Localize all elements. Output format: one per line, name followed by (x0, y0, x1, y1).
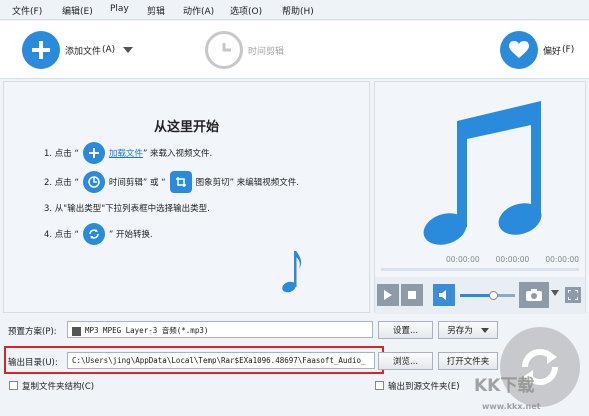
save-as-button[interactable]: 另存为 (438, 321, 498, 339)
convert-icon (82, 223, 105, 245)
preview-panel: 00:00:00 00:00:00 00:00:00 (374, 81, 586, 314)
speaker-icon (439, 290, 446, 300)
open-folder-button[interactable]: 打开文件夹 (438, 352, 498, 370)
step2-prefix: 2. 点击 “ (44, 178, 79, 188)
volume-knob[interactable] (489, 291, 498, 300)
menu-help[interactable]: 帮助(H) (282, 4, 314, 17)
menu-clip[interactable]: 剪辑 (147, 4, 165, 17)
time-clip-label: 时间剪辑 (248, 46, 285, 57)
chevron-down-icon[interactable] (123, 47, 134, 53)
step1-suffix: ” 来载入视频文件. (142, 149, 213, 159)
crop-icon (169, 171, 192, 193)
add-icon (22, 31, 60, 69)
time-clip-button[interactable]: 时间剪辑 (205, 31, 284, 69)
toolbar: 添加文件 (A) 时间剪辑 偏好 (F) (0, 21, 589, 79)
watermark-url: www.kkx.net (482, 402, 541, 411)
time-display: 00:00:00 00:00:00 00:00:00 (375, 255, 585, 264)
copy-structure-checkbox[interactable] (9, 381, 18, 390)
player-controls (375, 277, 585, 314)
step1-prefix: 1. 点击 “ (44, 149, 79, 159)
music-note-icon (282, 251, 302, 293)
getting-started-panel: 从这里开始 1. 点击 “ 加载文件 ” 来载入视频文件. 2. 点击 “ 时间… (3, 81, 370, 313)
menu-edit[interactable]: 编辑(E) (62, 4, 93, 17)
preset-value: MP3 MPEG Layer-3 音频(*.mp3) (85, 326, 209, 335)
watermark-brand: KK下载 (474, 376, 535, 396)
menu-action[interactable]: 动作(A) (183, 4, 214, 17)
step2-mid1: 时间剪辑” 或 “ (108, 178, 166, 188)
save-as-label: 另存为 (447, 326, 473, 336)
copy-structure-label: 复制文件夹结构(C) (22, 382, 95, 392)
time-total: 00:00:00 (545, 255, 579, 264)
play-icon (384, 290, 392, 300)
guide-step-3: 3. 从"输出类型"下拉列表框中选择输出类型. (44, 202, 210, 214)
browse-button[interactable]: 浏览... (378, 352, 433, 370)
seek-bar[interactable] (381, 268, 579, 271)
menu-options[interactable]: 选项(O) (230, 4, 262, 17)
load-file-link[interactable]: 加载文件 (109, 147, 143, 159)
browse-label: 浏览... (392, 357, 419, 367)
output-to-source-checkbox[interactable] (375, 381, 384, 390)
time-current: 00:00:00 (445, 255, 480, 264)
snapshot-button[interactable] (519, 282, 549, 308)
add-file-button[interactable]: 添加文件 (A) (22, 31, 134, 69)
add-icon (82, 142, 105, 164)
step4-prefix: 4. 点击 “ (44, 230, 79, 240)
guide-step-1: 1. 点击 “ 加载文件 ” 来载入视频文件. (44, 142, 212, 164)
clock-icon (82, 171, 105, 193)
menu-play[interactable]: Play (110, 4, 129, 14)
output-label: 输出目录(U): (8, 358, 58, 368)
output-path-field[interactable]: C:\Users\jing\AppData\Local\Temp\Rar$EXa… (67, 352, 375, 369)
stop-icon (408, 291, 416, 299)
menu-file[interactable]: 文件(F) (12, 4, 42, 17)
heart-icon (500, 31, 538, 69)
guide-title: 从这里开始 (153, 120, 219, 135)
step2-mid2: 图象剪切” 来编辑视频文件. (195, 178, 299, 188)
volume-slider[interactable] (460, 291, 515, 300)
guide-step-4: 4. 点击 “ ” 开始转换. (44, 223, 153, 245)
output-path: C:\Users\jing\AppData\Local\Temp\Rar$EXa… (72, 356, 366, 365)
camera-icon (526, 289, 542, 301)
output-to-source-label: 输出到源文件夹(E) (388, 382, 460, 392)
menu-bar: 文件(F) 编辑(E) Play 剪辑 动作(A) 选项(O) 帮助(H) (0, 0, 589, 20)
step3-text: 3. 从"输出类型"下拉列表框中选择输出类型. (44, 204, 210, 214)
expand-icon (568, 290, 578, 300)
settings-button[interactable]: 设置... (378, 321, 433, 339)
favorites-label: 偏好 (543, 46, 562, 57)
chevron-down-icon[interactable] (551, 290, 559, 296)
chevron-down-icon (480, 327, 489, 333)
stop-button[interactable] (401, 284, 423, 306)
add-file-label: 添加文件 (65, 46, 102, 57)
music-notes-icon (423, 101, 542, 245)
preset-select[interactable]: MP3 MPEG Layer-3 音频(*.mp3) (67, 321, 373, 338)
open-folder-label: 打开文件夹 (446, 357, 490, 367)
guide-step-2: 2. 点击 “ 时间剪辑” 或 “ 图象剪切” 来编辑视频文件. (44, 171, 299, 193)
settings-button-label: 设置... (392, 326, 419, 336)
step4-suffix: ” 开始转换. (108, 230, 153, 240)
play-button[interactable] (377, 284, 399, 306)
preset-label: 预置方案(P): (8, 327, 57, 337)
volume-button[interactable] (433, 284, 455, 306)
add-file-shortcut: (A) (102, 45, 116, 55)
fullscreen-button[interactable] (565, 287, 581, 303)
clock-icon (205, 31, 243, 69)
audio-icon (72, 326, 81, 336)
time-mid: 00:00:00 (495, 255, 530, 264)
favorites-button[interactable]: 偏好 (F) (500, 31, 574, 69)
favorites-shortcut: (F) (562, 45, 575, 55)
